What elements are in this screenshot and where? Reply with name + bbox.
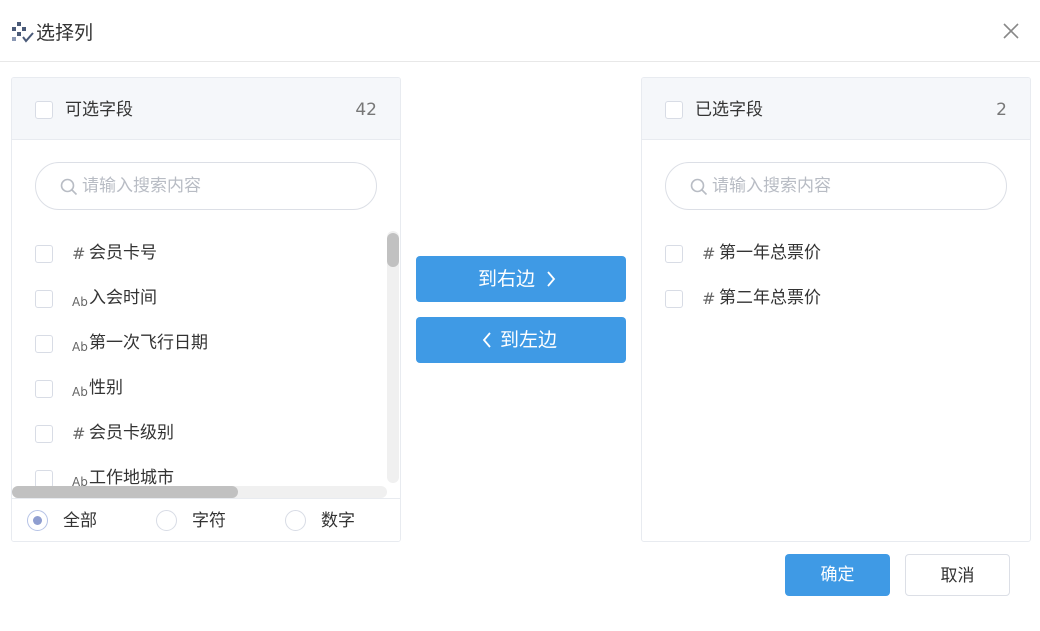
available-fields-header: 可选字段 42: [12, 78, 400, 140]
item-label: 入会时间: [89, 288, 157, 308]
horizontal-scrollbar[interactable]: [12, 486, 387, 498]
selected-fields-panel: 已选字段 2 # 第一年总票价 # 第二年总票价: [641, 77, 1031, 542]
horizontal-scrollbar-thumb[interactable]: [12, 486, 238, 498]
move-to-left-label: 到左边: [500, 329, 558, 351]
item-checkbox[interactable]: [35, 335, 53, 353]
radio-label: 字符: [192, 511, 226, 531]
radio-label: 全部: [63, 511, 97, 531]
number-type-icon: #: [72, 424, 86, 443]
text-type-icon: Ab: [72, 385, 88, 399]
move-to-left-button[interactable]: 到左边: [416, 317, 626, 363]
select-all-available-checkbox[interactable]: [35, 101, 53, 119]
item-label: 第一次飞行日期: [89, 333, 208, 353]
radio-circle[interactable]: [27, 510, 48, 531]
available-fields-count: 42: [355, 100, 377, 120]
available-search-input[interactable]: [82, 173, 362, 199]
selected-fields-count: 2: [996, 100, 1007, 120]
radio-circle[interactable]: [285, 510, 306, 531]
number-type-icon: #: [702, 244, 716, 263]
selected-search-box[interactable]: [665, 162, 1007, 210]
item-checkbox[interactable]: [665, 245, 683, 263]
item-label: 工作地城市: [89, 468, 174, 486]
selected-fields-list: # 第一年总票价 # 第二年总票价: [642, 231, 1017, 486]
grid-check-icon: [12, 22, 34, 43]
number-type-icon: #: [702, 289, 716, 308]
search-icon: [60, 178, 78, 196]
text-type-icon: Ab: [72, 295, 88, 309]
close-icon[interactable]: [1000, 20, 1022, 42]
select-all-selected-checkbox[interactable]: [665, 101, 683, 119]
item-label: 第二年总票价: [719, 288, 821, 308]
list-item[interactable]: # 会员卡级别: [12, 411, 387, 456]
radio-circle[interactable]: [156, 510, 177, 531]
cancel-button[interactable]: 取消: [905, 554, 1010, 596]
list-item[interactable]: Ab 入会时间: [12, 276, 387, 321]
list-item[interactable]: # 第二年总票价: [642, 276, 1017, 321]
list-item[interactable]: Ab 工作地城市: [12, 456, 387, 486]
item-label: 会员卡号: [89, 243, 157, 263]
confirm-button[interactable]: 确定: [785, 554, 890, 596]
item-checkbox[interactable]: [35, 425, 53, 443]
list-item[interactable]: Ab 性别: [12, 366, 387, 411]
move-to-right-label: 到右边: [478, 268, 536, 290]
text-type-icon: Ab: [72, 475, 88, 486]
chevron-right-icon: [547, 271, 556, 287]
available-search-box[interactable]: [35, 162, 377, 210]
list-item[interactable]: Ab 第一次飞行日期: [12, 321, 387, 366]
item-label: 第一年总票价: [719, 243, 821, 263]
list-item[interactable]: # 会员卡号: [12, 231, 387, 276]
confirm-label: 确定: [820, 565, 855, 585]
item-label: 会员卡级别: [89, 423, 174, 443]
text-type-icon: Ab: [72, 340, 88, 354]
chevron-left-icon: [482, 332, 491, 348]
selected-fields-header: 已选字段 2: [642, 78, 1030, 140]
available-fields-list: # 会员卡号 Ab 入会时间 Ab 第一次飞行日期 Ab 性别 # 会员卡级别 …: [12, 231, 387, 486]
vertical-scrollbar-thumb[interactable]: [387, 233, 399, 267]
list-item[interactable]: # 第一年总票价: [642, 231, 1017, 276]
available-fields-title: 可选字段: [65, 100, 133, 120]
radio-label: 数字: [321, 511, 355, 531]
selected-fields-title: 已选字段: [695, 100, 763, 120]
item-checkbox[interactable]: [35, 470, 53, 486]
vertical-scrollbar[interactable]: [387, 231, 399, 483]
selected-search-input[interactable]: [712, 173, 992, 199]
item-checkbox[interactable]: [665, 290, 683, 308]
move-to-right-button[interactable]: 到右边: [416, 256, 626, 302]
item-checkbox[interactable]: [35, 245, 53, 263]
dialog-header: 选择列: [0, 0, 1040, 62]
dialog-title: 选择列: [36, 22, 94, 44]
cancel-label: 取消: [940, 566, 975, 586]
type-filter-bar: 全部 字符 数字: [12, 498, 400, 541]
available-fields-panel: 可选字段 42 # 会员卡号 Ab 入会时间 Ab 第一次飞行日期 Ab 性别: [11, 77, 401, 542]
item-label: 性别: [89, 378, 123, 398]
search-icon: [690, 178, 708, 196]
item-checkbox[interactable]: [35, 380, 53, 398]
item-checkbox[interactable]: [35, 290, 53, 308]
number-type-icon: #: [72, 244, 86, 263]
